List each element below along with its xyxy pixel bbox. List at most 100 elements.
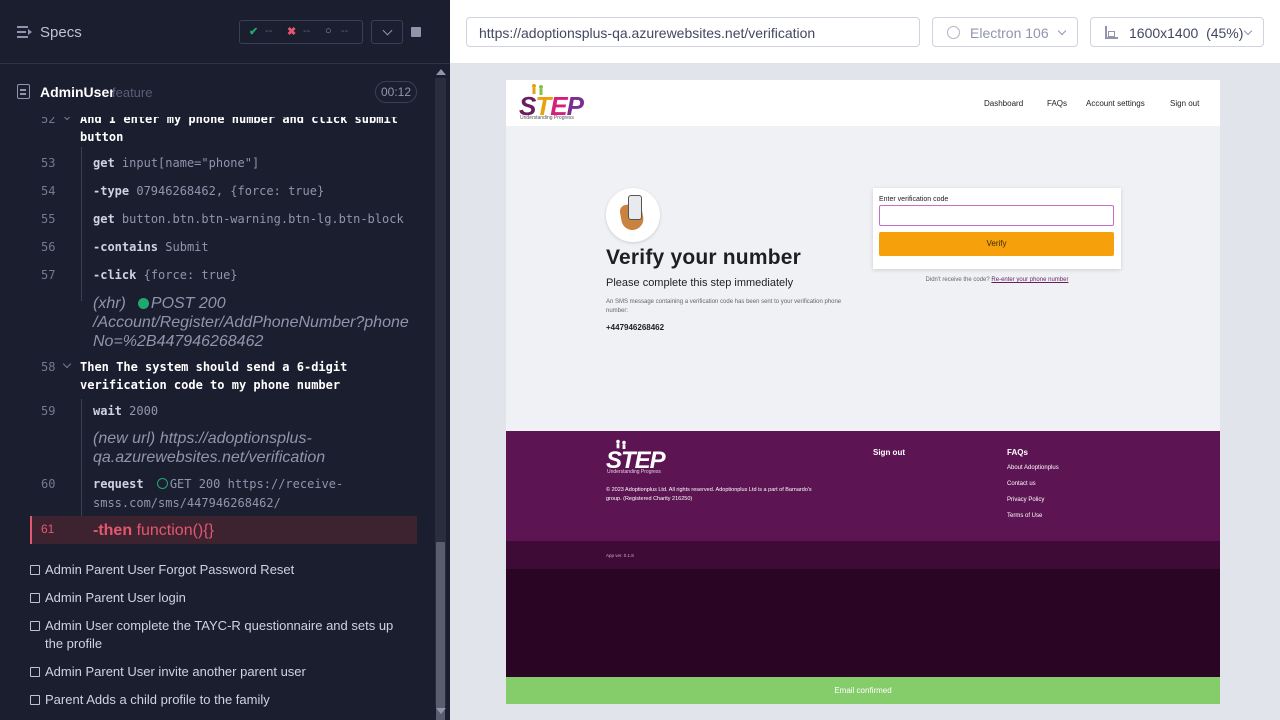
viewport-selector[interactable]: 1600x1400 (45%) — [1090, 17, 1264, 47]
xhr-log[interactable]: (xhr) POST 200 /Account/Register/AddPhone… — [93, 294, 413, 351]
nav-sign-out[interactable]: Sign out — [1170, 99, 1199, 108]
step-logo[interactable]: STEP Understanding Progress — [519, 84, 589, 123]
failed-count: -- — [303, 25, 311, 37]
passed-count: -- — [265, 25, 273, 37]
test-title: Parent Adds a child profile to the famil… — [45, 692, 270, 707]
test-item[interactable]: Parent Adds a child profile to the famil… — [30, 691, 410, 709]
phone-number: +447946268462 — [606, 323, 665, 332]
line-number: 53 — [41, 156, 56, 170]
chevron-down-icon — [1243, 26, 1253, 36]
sms-description: An SMS message containing a verification… — [606, 299, 842, 314]
footer-faqs[interactable]: FAQs — [1007, 448, 1028, 457]
test-stats: ✔ -- ✖ -- ○ -- — [239, 20, 363, 44]
command-name: get input[name="phone"] — [93, 156, 259, 170]
test-item[interactable]: Admin User complete the TAYC-R questionn… — [30, 617, 410, 653]
logo-tagline: Understanding Progress — [520, 115, 574, 121]
step-description: The system should send a 6-digit verific… — [80, 360, 348, 392]
browser-pane: https://adoptionsplus-qa.azurewebsites.n… — [450, 0, 1280, 720]
test-item[interactable]: Admin Parent User Forgot Password Reset — [30, 561, 410, 579]
nav-dashboard[interactable]: Dashboard — [984, 99, 1023, 108]
step-text: Then The system should send a 6-digit ve… — [80, 358, 410, 394]
xhr-url: /Account/Register/AddPhoneNumber?phoneNo… — [93, 314, 409, 350]
command-then-failed[interactable]: 61 -then function(){} — [30, 516, 417, 544]
line-number: 61 — [41, 522, 55, 536]
test-title: Admin Parent User invite another parent … — [45, 664, 306, 679]
line-number: 59 — [41, 404, 56, 418]
footer-link-privacy[interactable]: Privacy Policy — [1007, 497, 1044, 503]
footer-link-contact[interactable]: Contact us — [1007, 481, 1036, 487]
checkbox-icon — [30, 565, 40, 575]
verify-button[interactable]: Verify — [879, 232, 1114, 256]
code-label: Enter verification code — [879, 196, 949, 203]
browser-selector[interactable]: Electron 106 — [932, 17, 1078, 47]
scroll-up-icon[interactable] — [436, 69, 446, 75]
electron-icon — [947, 26, 960, 39]
verification-code-input[interactable] — [879, 205, 1114, 226]
step-description: I enter my phone number and click submit… — [80, 117, 398, 144]
new-url-log[interactable]: (new url) https://adoptionsplus-qa.azure… — [93, 429, 413, 467]
document-icon — [17, 84, 30, 99]
success-toast: Email confirmed — [506, 677, 1220, 704]
test-title: Admin User complete the TAYC-R questionn… — [45, 618, 394, 651]
scroll-down-icon[interactable] — [436, 708, 446, 714]
spec-extension: feature — [112, 85, 153, 100]
line-number: 57 — [41, 268, 56, 282]
pending-count: -- — [341, 25, 349, 37]
checkbox-icon — [30, 621, 40, 631]
command-indent-line — [81, 147, 82, 301]
chevron-down-icon[interactable] — [62, 359, 72, 369]
verification-form: Enter verification code Verify — [873, 188, 1121, 269]
resend-row: Didn't receive the code? Re-enter your p… — [873, 277, 1121, 283]
command-name: -type 07946268462, {force: true} — [93, 184, 324, 198]
command-label: -contains — [93, 240, 159, 254]
footer-logo[interactable]: STEP Understanding Progress — [606, 439, 666, 475]
chevron-down-icon[interactable] — [62, 117, 72, 121]
stop-icon[interactable] — [401, 20, 433, 44]
command-label: -then — [93, 522, 133, 539]
footer-bottom-bar: App ver. 0.1.8 — [506, 541, 1220, 569]
xhr-label: (xhr) — [93, 295, 126, 312]
specs-label[interactable]: Specs — [40, 24, 82, 41]
test-item[interactable]: Admin Parent User login — [30, 589, 410, 607]
command-name: get button.btn.btn-warning.btn-lg.btn-bl… — [93, 212, 404, 226]
command-label: get — [93, 212, 115, 226]
command-name: -then function(){} — [93, 522, 214, 540]
checkbox-icon — [30, 695, 40, 705]
checkbox-icon — [30, 667, 40, 677]
browser-toolbar: https://adoptionsplus-qa.azurewebsites.n… — [450, 0, 1280, 64]
test-title: Admin Parent User login — [45, 590, 186, 605]
spec-name[interactable]: AdminUser — [40, 84, 115, 100]
status-dot-icon — [137, 298, 149, 309]
footer-logo-tagline: Understanding Progress — [607, 469, 661, 475]
site-footer: STEP Understanding Progress © 2023 Adopt… — [506, 431, 1220, 541]
reenter-phone-link[interactable]: Re-enter your phone number — [991, 277, 1068, 283]
footer-link-terms[interactable]: Terms of Use — [1007, 513, 1042, 519]
cypress-runner: Specs ✔ -- ✖ -- ○ -- AdminUser feature 0… — [0, 0, 1280, 720]
app-version: App ver. 0.1.8 — [606, 553, 634, 558]
test-item[interactable]: Admin Parent User invite another parent … — [30, 663, 410, 681]
command-arg: button.btn.btn-warning.btn-lg.btn-block — [121, 212, 404, 226]
url-bar[interactable]: https://adoptionsplus-qa.azurewebsites.n… — [466, 17, 920, 47]
command-name: -contains Submit — [93, 240, 209, 254]
step-keyword: And — [80, 117, 102, 126]
line-number: 55 — [41, 212, 56, 226]
scroll-thumb[interactable] — [436, 542, 445, 720]
reporter-scrollbar[interactable] — [432, 64, 450, 720]
command-arg: 2000 — [129, 404, 159, 418]
command-name: wait 2000 — [93, 404, 158, 418]
menu-icon[interactable] — [17, 26, 32, 39]
command-label: get — [93, 156, 115, 170]
command-label: -type — [93, 184, 130, 198]
site-header: STEP Understanding Progress Dashboard FA… — [506, 80, 1220, 126]
resend-text: Didn't receive the code? — [925, 277, 990, 283]
phone-in-hand-icon — [606, 188, 660, 242]
nav-account-settings[interactable]: Account settings — [1086, 99, 1145, 108]
command-indent-line — [81, 399, 82, 516]
footer-link-about[interactable]: About Adoptionplus — [1007, 465, 1059, 471]
page-subtitle: Please complete this step immediately — [606, 277, 794, 289]
chevron-down-icon[interactable] — [371, 20, 403, 44]
cross-icon: ✖ — [287, 26, 297, 38]
footer-sign-out[interactable]: Sign out — [873, 448, 905, 457]
nav-faqs[interactable]: FAQs — [1047, 99, 1067, 108]
checkbox-icon — [30, 593, 40, 603]
